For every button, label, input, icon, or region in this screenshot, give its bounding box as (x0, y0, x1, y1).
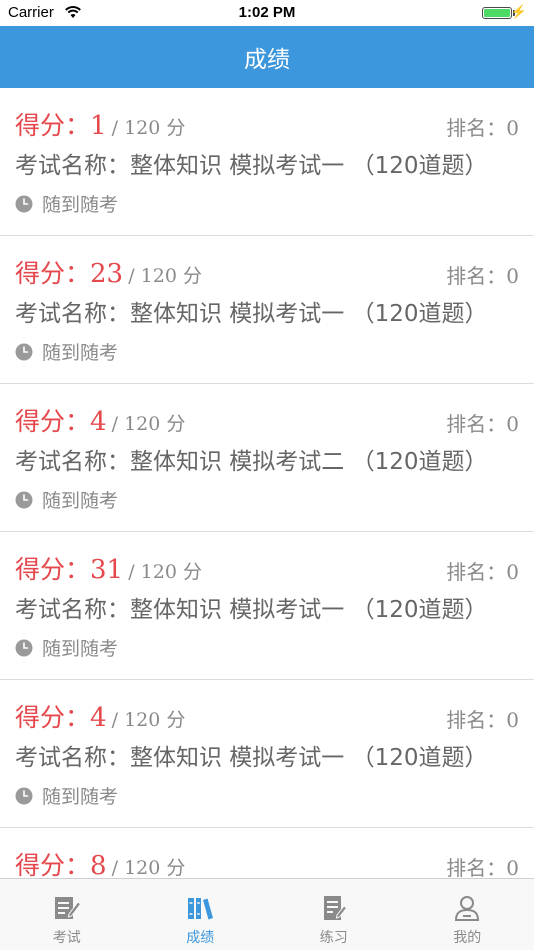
exam-mode-text: 随到随考 (42, 786, 119, 808)
exam-mode: 随到随考 (15, 338, 118, 365)
exam-name: 考试名称：整体知识 模拟考试一 （120道题） (15, 146, 507, 180)
exam-prefix: 考试名称： (15, 153, 130, 179)
score-total: / 120 分 (128, 561, 202, 583)
rank-value: 0 (506, 708, 519, 732)
exam-prefix: 考试名称： (15, 597, 130, 623)
score-total: / 120 分 (111, 413, 186, 435)
list-item[interactable]: 得分：31 / 120 分 排名：0 考试名称：整体知识 模拟考试一 （120道… (0, 532, 534, 680)
exam-mode-text: 随到随考 (42, 194, 119, 216)
rank-line: 排名：0 (446, 556, 519, 585)
score-label: 得分： (15, 851, 91, 878)
score-value: 4 (90, 407, 107, 437)
score-value: 31 (90, 555, 124, 585)
score-value: 8 (90, 851, 107, 878)
exam-title: 整体知识 模拟考试二 （120道题） (130, 449, 488, 475)
tab-exam[interactable]: 考试 (0, 879, 134, 950)
clock-icon (15, 343, 33, 360)
status-bar: Carrier 1:02 PM ⚡ (0, 0, 534, 26)
exam-title: 整体知识 模拟考试一 （120道题） (130, 745, 488, 771)
rank-value: 0 (506, 856, 519, 878)
score-total: / 120 分 (111, 709, 186, 731)
score-value: 4 (90, 703, 107, 733)
score-line: 得分：4 / 120 分 (15, 698, 185, 734)
tab-label: 考试 (52, 930, 81, 946)
tab-label: 成绩 (186, 930, 215, 946)
score-value: 1 (90, 111, 107, 141)
exam-mode: 随到随考 (15, 190, 118, 217)
score-total: / 120 分 (111, 117, 186, 139)
exam-name: 考试名称：整体知识 模拟考试一 （120道题） (15, 590, 507, 624)
exam-prefix: 考试名称： (15, 301, 130, 327)
score-value: 23 (90, 259, 124, 289)
exam-name: 考试名称：整体知识 模拟考试一 （120道题） (15, 738, 507, 772)
rank-value: 0 (506, 116, 519, 140)
clock-icon (15, 195, 33, 212)
exam-mode-text: 随到随考 (42, 638, 119, 660)
tab-practice[interactable]: 练习 (267, 879, 401, 950)
score-line: 得分：8 / 120 分 (15, 846, 185, 878)
exam-mode-text: 随到随考 (42, 490, 119, 512)
exam-title: 整体知识 模拟考试一 （120道题） (130, 153, 488, 179)
list-item[interactable]: 得分：4 / 120 分 排名：0 考试名称：整体知识 模拟考试一 （120道题… (0, 680, 534, 828)
exam-title: 整体知识 模拟考试一 （120道题） (130, 597, 488, 623)
exam-prefix: 考试名称： (15, 745, 130, 771)
exam-mode: 随到随考 (15, 486, 118, 513)
rank-label: 排名： (446, 708, 507, 732)
navigation-bar: 成绩 (0, 26, 534, 88)
exam-mode: 随到随考 (15, 782, 118, 809)
score-label: 得分： (15, 703, 91, 732)
clock-icon (15, 787, 33, 804)
score-line: 得分：31 / 120 分 (15, 550, 202, 586)
exam-title: 整体知识 模拟考试一 （120道题） (130, 301, 488, 327)
exam-prefix: 考试名称： (15, 449, 130, 475)
score-list[interactable]: 得分：1 / 120 分 排名：0 考试名称：整体知识 模拟考试一 （120道题… (0, 88, 534, 878)
scores-icon (188, 898, 214, 920)
rank-value: 0 (506, 412, 519, 436)
score-line: 得分：23 / 120 分 (15, 254, 202, 290)
list-item[interactable]: 得分：23 / 120 分 排名：0 考试名称：整体知识 模拟考试一 （120道… (0, 236, 534, 384)
rank-line: 排名：0 (446, 408, 519, 437)
score-label: 得分： (15, 407, 91, 436)
rank-label: 排名： (446, 264, 507, 288)
list-item[interactable]: 得分：4 / 120 分 排名：0 考试名称：整体知识 模拟考试二 （120道题… (0, 384, 534, 532)
battery-icon (482, 7, 512, 19)
rank-line: 排名：0 (446, 704, 519, 733)
score-line: 得分：1 / 120 分 (15, 106, 185, 142)
score-label: 得分： (15, 111, 91, 140)
clock-icon (15, 491, 33, 508)
rank-line: 排名：0 (446, 112, 519, 141)
score-total: / 120 分 (111, 857, 186, 878)
practice-icon (323, 896, 347, 920)
tab-scores[interactable]: 成绩 (134, 879, 268, 950)
rank-line: 排名：0 (446, 852, 519, 878)
exam-icon (54, 897, 81, 919)
tab-profile[interactable]: 我的 (401, 879, 534, 950)
list-item[interactable]: 得分：8 / 120 分 排名：0 考试名称：整体知识 模拟考试一 （120道题… (0, 828, 534, 878)
tab-bar: 考试 成绩 练习 我的 (0, 878, 534, 950)
score-label: 得分： (15, 259, 91, 288)
clock-time: 1:02 PM (238, 4, 296, 21)
rank-line: 排名：0 (446, 260, 519, 289)
exam-name: 考试名称：整体知识 模拟考试一 （120道题） (15, 294, 507, 328)
rank-label: 排名： (446, 116, 507, 140)
rank-label: 排名： (446, 412, 507, 436)
rank-label: 排名： (446, 856, 507, 878)
profile-icon (455, 896, 480, 921)
exam-mode: 随到随考 (15, 634, 118, 661)
exam-mode-text: 随到随考 (42, 342, 119, 364)
score-total: / 120 分 (128, 265, 202, 287)
rank-value: 0 (506, 264, 519, 288)
tab-label: 我的 (453, 930, 482, 946)
rank-label: 排名： (446, 560, 507, 584)
charging-icon: ⚡ (510, 4, 527, 19)
rank-value: 0 (506, 560, 519, 584)
page-title: 成绩 (244, 47, 290, 73)
exam-name: 考试名称：整体知识 模拟考试二 （120道题） (15, 442, 507, 476)
list-item[interactable]: 得分：1 / 120 分 排名：0 考试名称：整体知识 模拟考试一 （120道题… (0, 88, 534, 236)
tab-label: 练习 (319, 930, 348, 946)
score-line: 得分：4 / 120 分 (15, 402, 185, 438)
score-label: 得分： (15, 555, 91, 584)
clock-icon (15, 639, 33, 656)
